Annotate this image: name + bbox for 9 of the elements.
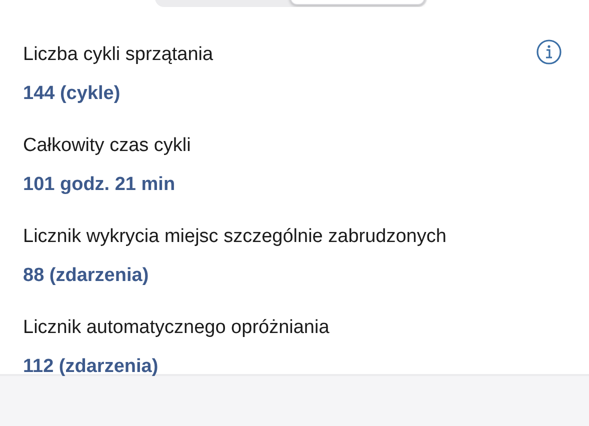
stat-label: Całkowity czas cykli [23, 134, 191, 158]
stat-value: 88 (zdarzenia) [23, 264, 149, 288]
stat-label: Liczba cykli sprzątania [23, 43, 214, 67]
stat-value: 144 (cykle) [23, 82, 120, 106]
stat-value: 101 godz. 21 min [23, 173, 176, 197]
stat-label: Licznik automatycznego opróżniania [23, 316, 330, 340]
info-icon[interactable] [536, 39, 562, 65]
stat-value: 112 (zdarzenia) [23, 355, 158, 379]
stat-label: Licznik wykrycia miejsc szczególnie zabrudzonych [23, 225, 446, 249]
